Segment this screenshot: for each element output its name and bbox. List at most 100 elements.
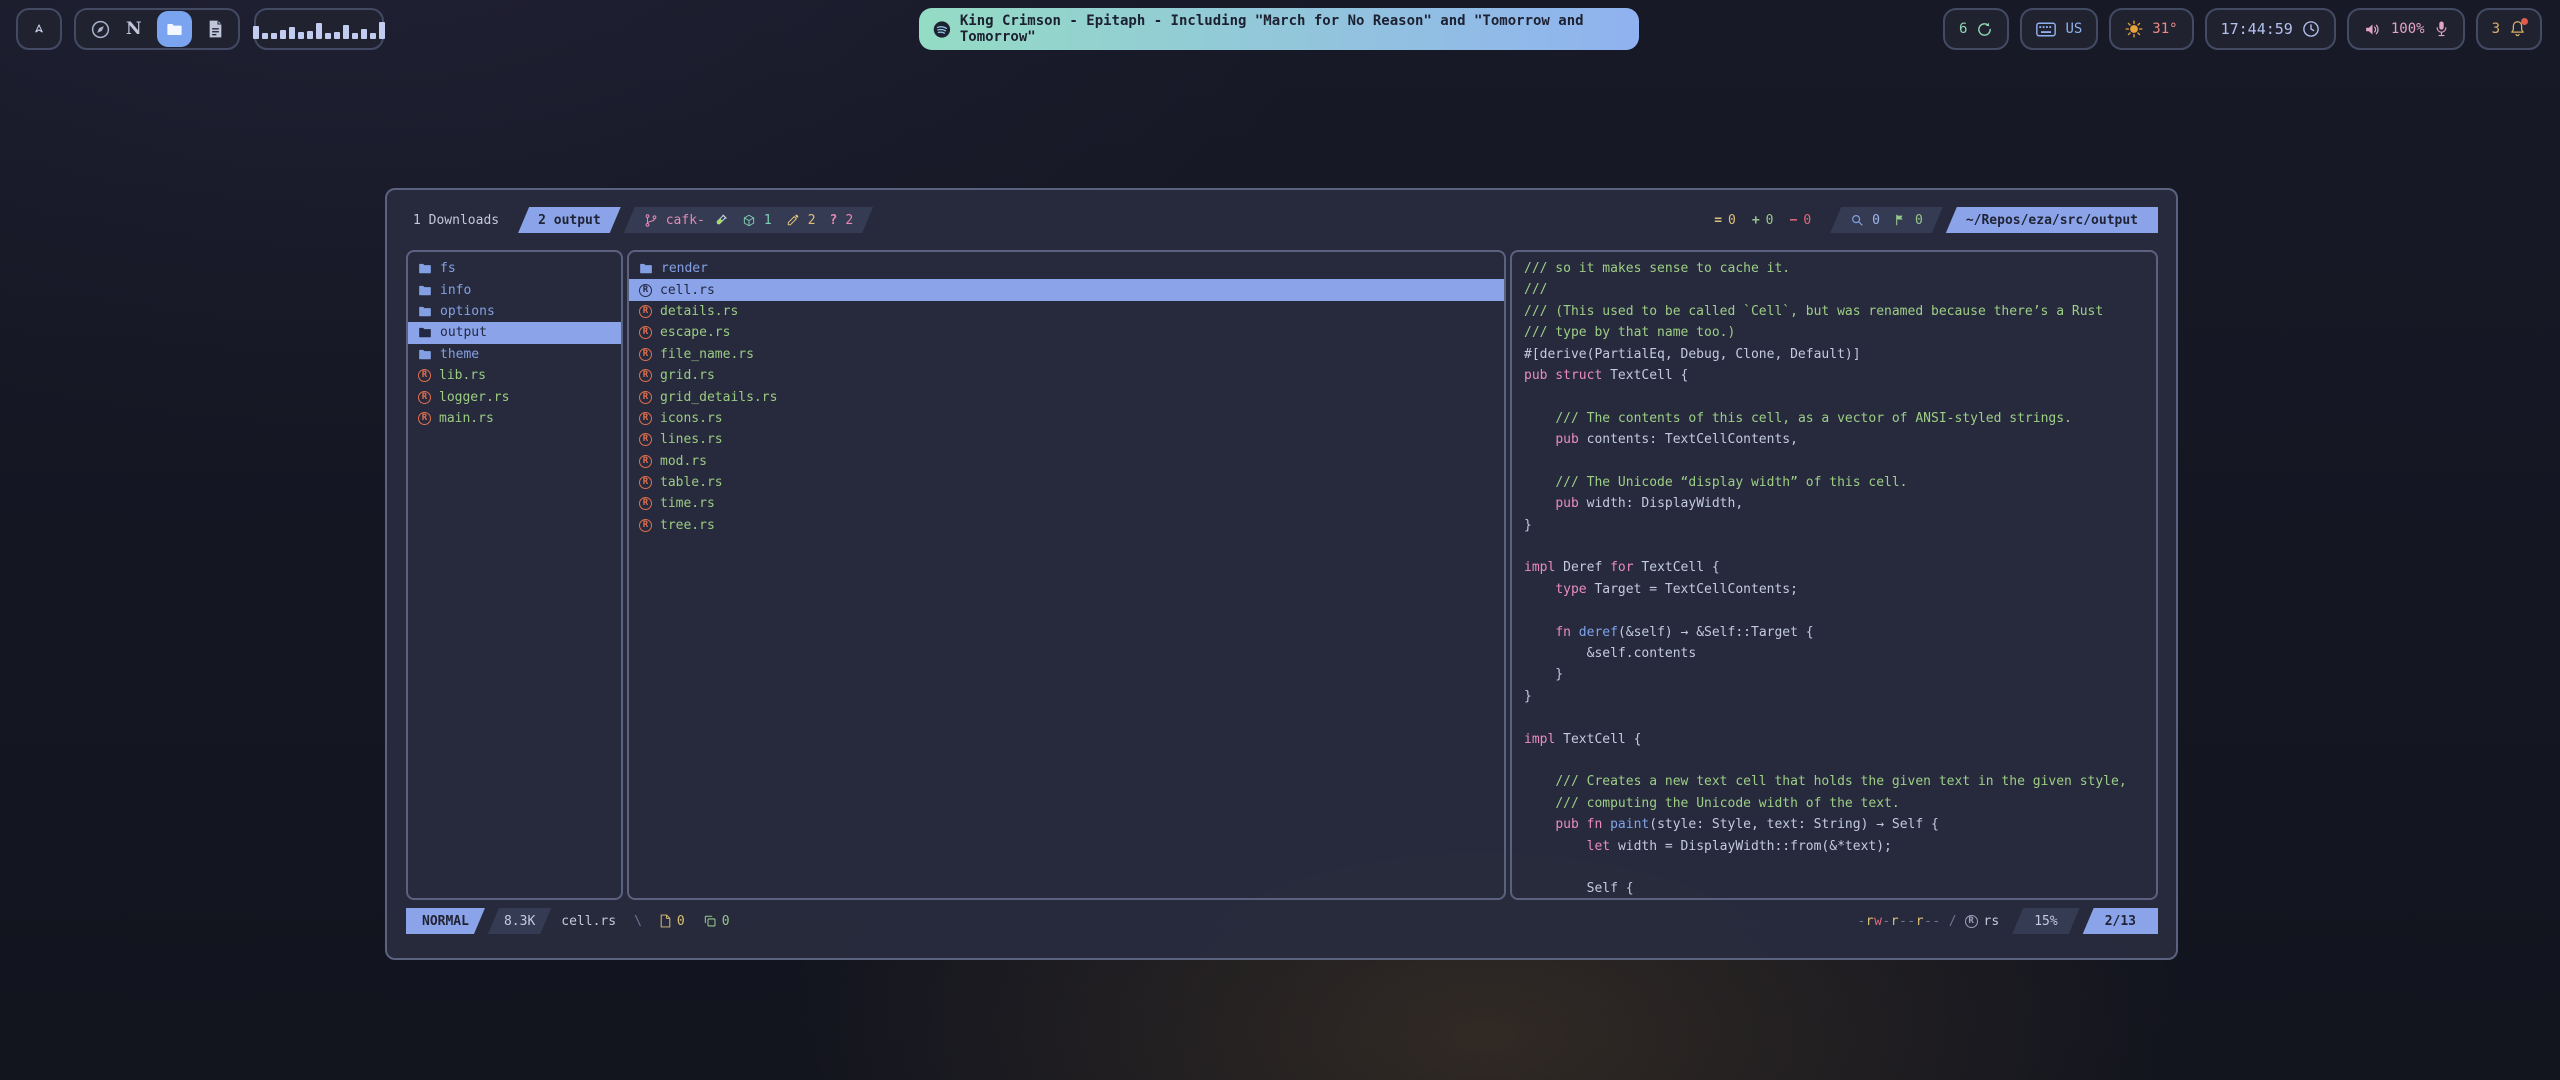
clock-widget[interactable]: 17:44:59 (2205, 8, 2336, 50)
file-name-label: lines.rs (660, 432, 723, 447)
current-filename: cell.rs (561, 914, 616, 929)
code-line: let width = DisplayWidth::from(&*text); (1524, 836, 2144, 857)
code-line: /// type by that name too.) (1524, 322, 2144, 343)
file-row-icons-rs[interactable]: Ricons.rs (629, 408, 1504, 429)
code-line: /// computing the Unicode width of the t… (1524, 793, 2144, 814)
notifications-widget[interactable]: 3 (2476, 8, 2542, 50)
file-name-label: theme (440, 347, 479, 362)
rust-file-icon: R (639, 326, 652, 339)
file-row-lines-rs[interactable]: Rlines.rs (629, 429, 1504, 450)
launcher-arrow-icon (32, 19, 46, 39)
code-line: } (1524, 686, 2144, 707)
notification-dot (2521, 18, 2528, 25)
file-row-grid-rs[interactable]: Rgrid.rs (629, 365, 1504, 386)
now-playing-widget[interactable]: King Crimson - Epitaph - Including "Marc… (919, 8, 1639, 50)
visualizer-bar (262, 33, 268, 39)
copy-tasks: 0 (703, 914, 730, 929)
microphone-icon (2434, 20, 2449, 38)
launcher-button[interactable] (16, 8, 62, 50)
notes-app-icon[interactable]: N (126, 19, 142, 39)
notification-count: 3 (2492, 21, 2500, 37)
code-line: &self.contents (1524, 643, 2144, 664)
visualizer-bar (271, 33, 277, 39)
file-row-grid-details-rs[interactable]: Rgrid_details.rs (629, 386, 1504, 407)
package-icon (742, 213, 756, 228)
git-untracked-icon: ? (830, 213, 838, 228)
visualizer-bar (316, 23, 322, 39)
file-manager-icon[interactable] (157, 11, 192, 47)
rust-file-icon: R (639, 348, 652, 361)
file-name-label: logger.rs (439, 390, 509, 405)
file-name-label: main.rs (439, 411, 494, 426)
code-line: impl Deref for TextCell { (1524, 557, 2144, 578)
file-name-label: time.rs (660, 496, 715, 511)
rust-file-icon: R (418, 369, 431, 382)
file-name-label: icons.rs (660, 411, 723, 426)
yazi-header: 1 Downloads 2 output cafk- (411, 206, 2158, 234)
file-name-label: info (440, 283, 471, 298)
status-cluster: 6 US 31° (1943, 0, 2542, 64)
keyboard-layout-widget[interactable]: US (2020, 8, 2098, 50)
rust-file-icon: R (639, 305, 652, 318)
code-line: /// The contents of this cell, as a vect… (1524, 408, 2144, 429)
new-tasks: 0 (659, 914, 685, 929)
file-row-info[interactable]: info (408, 279, 621, 300)
browser-icon[interactable] (90, 19, 111, 40)
code-line (1524, 750, 2144, 771)
file-row-logger-rs[interactable]: Rlogger.rs (408, 386, 621, 407)
now-playing-title: King Crimson - Epitaph - Including "Marc… (960, 13, 1625, 45)
visualizer-bar (334, 32, 340, 39)
file-row-time-rs[interactable]: Rtime.rs (629, 493, 1504, 514)
git-untracked-count: 2 (845, 213, 853, 228)
clock-icon (2302, 20, 2320, 38)
cursor-position: 2/13 (2083, 908, 2158, 934)
file-row-tree-rs[interactable]: Rtree.rs (629, 515, 1504, 536)
tab-output-active[interactable]: 2 output (518, 207, 621, 233)
mode-indicator: NORMAL (406, 908, 485, 934)
document-app-icon[interactable] (207, 19, 224, 39)
code-line: pub fn paint(style: Style, text: String)… (1524, 814, 2144, 835)
file-row-details-rs[interactable]: Rdetails.rs (629, 301, 1504, 322)
search-icon (1850, 213, 1864, 227)
file-row-output[interactable]: output (408, 322, 621, 343)
volume-widget[interactable]: 100% (2347, 8, 2465, 50)
file-row-main-rs[interactable]: Rmain.rs (408, 408, 621, 429)
file-row-lib-rs[interactable]: Rlib.rs (408, 365, 621, 386)
file-row-options[interactable]: options (408, 301, 621, 322)
code-line: /// (This used to be called `Cell`, but … (1524, 301, 2144, 322)
visualizer-bars (253, 19, 385, 39)
code-line (1524, 536, 2144, 557)
keyboard-icon (2036, 22, 2056, 37)
file-row-cell-rs[interactable]: Rcell.rs (629, 279, 1504, 300)
code-line: Self { (1524, 878, 2144, 899)
git-branch-icon (644, 213, 658, 228)
visualizer-bar (298, 32, 304, 39)
tab-downloads[interactable]: 1 Downloads (411, 213, 515, 228)
rust-file-icon: R (639, 391, 652, 404)
sun-icon (2125, 20, 2143, 38)
code-line: /// Creates a new text cell that holds t… (1524, 771, 2144, 792)
file-row-render[interactable]: render (629, 258, 1504, 279)
file-row-table-rs[interactable]: Rtable.rs (629, 472, 1504, 493)
file-name-label: grid_details.rs (660, 390, 777, 405)
weather-widget[interactable]: 31° (2109, 8, 2193, 50)
preview-pane[interactable]: /// so it makes sense to cache it.//////… (1510, 250, 2158, 900)
updates-widget[interactable]: 6 (1943, 8, 2009, 50)
flag-icon (1894, 213, 1907, 227)
file-row-theme[interactable]: theme (408, 344, 621, 365)
code-line (1524, 707, 2144, 728)
git-status-segment: cafk- 1 2 ? 2 (624, 207, 873, 233)
file-row-mod-rs[interactable]: Rmod.rs (629, 451, 1504, 472)
code-line: type Target = TextCellContents; (1524, 579, 2144, 600)
code-line: #[derive(PartialEq, Debug, Clone, Defaul… (1524, 344, 2144, 365)
file-row-escape-rs[interactable]: Rescape.rs (629, 322, 1504, 343)
file-row-fs[interactable]: fs (408, 258, 621, 279)
file-row-file-name-rs[interactable]: Rfile_name.rs (629, 344, 1504, 365)
file-name-label: render (661, 261, 708, 276)
search-count: 0 (1872, 213, 1880, 228)
temperature-label: 31° (2152, 21, 2177, 37)
code-line: pub contents: TextCellContents, (1524, 429, 2144, 450)
cwd-path[interactable]: ~/Repos/eza/src/output (1946, 207, 2158, 233)
rust-file-icon: R (639, 433, 652, 446)
code-line: pub struct TextCell { (1524, 365, 2144, 386)
